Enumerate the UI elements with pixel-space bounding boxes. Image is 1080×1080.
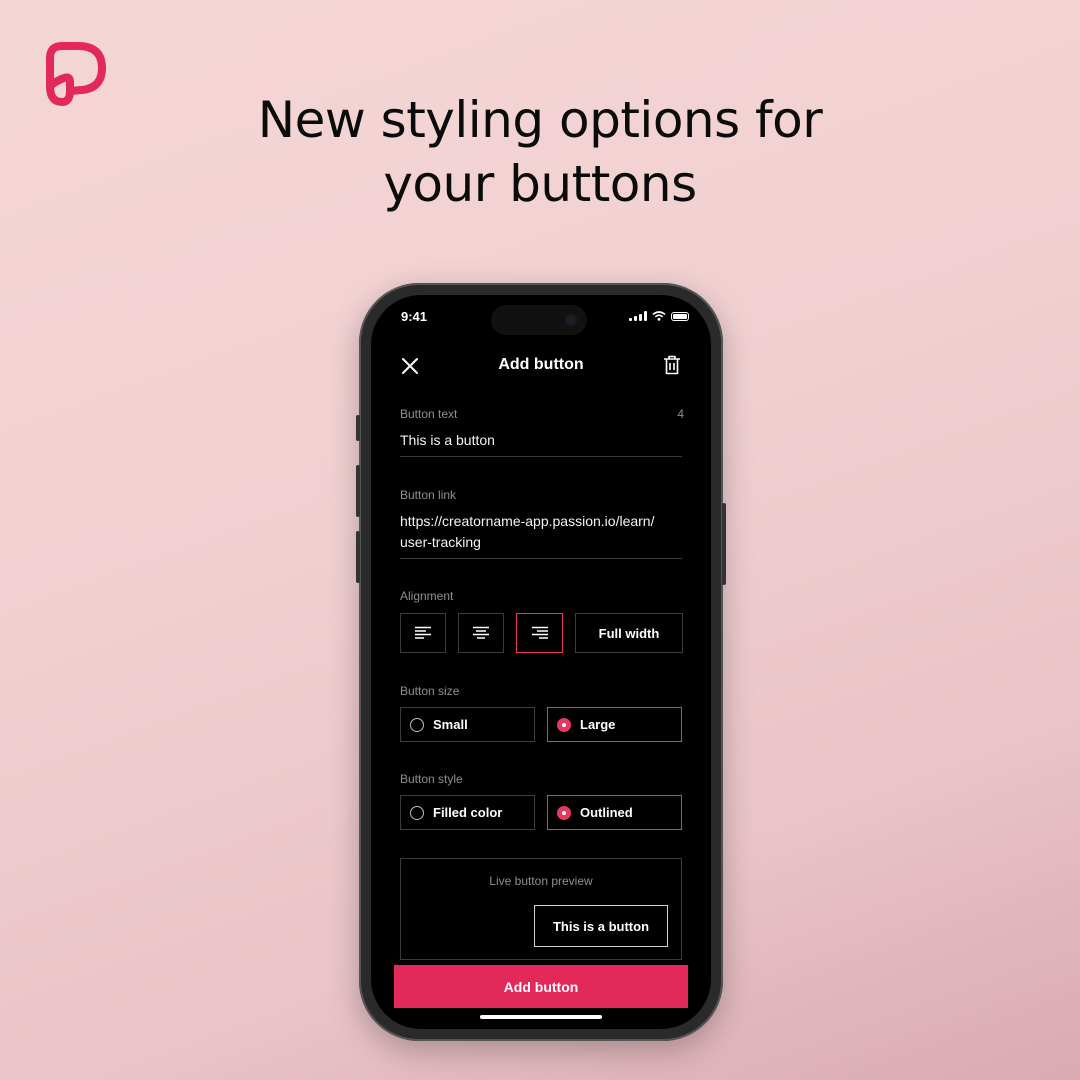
radio-unchecked-icon <box>410 805 424 820</box>
button-text-underline <box>400 456 682 457</box>
phone-screen: 9:41 Add button Button text 4 This is a … <box>371 295 711 1029</box>
signal-icon <box>629 311 647 321</box>
status-icons <box>629 311 689 321</box>
style-option-outlined-label: Outlined <box>580 805 633 820</box>
radio-checked-icon <box>557 717 571 732</box>
button-link-value-line-2: user-tracking <box>400 534 481 550</box>
button-link-underline <box>400 558 682 559</box>
home-indicator <box>480 1015 602 1019</box>
button-text-label: Button text <box>400 407 458 421</box>
headline: New styling options for your buttons <box>0 88 1080 216</box>
wifi-icon <box>652 311 666 321</box>
align-center-icon <box>473 626 489 639</box>
add-button[interactable]: Add button <box>394 965 688 1008</box>
live-preview-panel: Live button preview This is a button <box>400 858 682 960</box>
button-style-label: Button style <box>400 772 463 786</box>
size-option-large[interactable]: Large <box>547 707 682 742</box>
size-option-small[interactable]: Small <box>400 707 535 742</box>
style-option-filled[interactable]: Filled color <box>400 795 535 830</box>
live-preview-label: Live button preview <box>489 874 593 888</box>
radio-unchecked-icon <box>410 717 424 732</box>
align-right-icon <box>531 626 548 639</box>
size-option-small-label: Small <box>433 717 468 732</box>
alignment-label: Alignment <box>400 589 454 603</box>
button-link-value-line-1: https://creatorname-app.passion.io/learn… <box>400 513 655 529</box>
status-time: 9:41 <box>401 309 428 324</box>
button-text-input[interactable]: This is a button <box>400 430 682 451</box>
align-right-button[interactable] <box>516 613 563 653</box>
dynamic-island <box>491 305 587 335</box>
headline-line-1: New styling options for <box>257 91 823 149</box>
button-link-label: Button link <box>400 488 457 502</box>
align-left-button[interactable] <box>400 613 446 653</box>
battery-icon <box>671 311 689 321</box>
headline-line-2: your buttons <box>383 155 697 213</box>
phone-power-button <box>722 503 726 585</box>
preview-button: This is a button <box>534 905 668 947</box>
align-full-width-button[interactable]: Full width <box>575 613 683 653</box>
button-text-char-count: 4 <box>677 407 684 421</box>
page-title: Add button <box>498 356 584 373</box>
phone-frame: 9:41 Add button Button text 4 This is a … <box>356 283 726 1041</box>
phone-volume-up <box>356 465 360 517</box>
size-option-large-label: Large <box>580 717 616 732</box>
button-size-label: Button size <box>400 684 460 698</box>
radio-checked-icon <box>557 805 571 820</box>
style-option-outlined[interactable]: Outlined <box>547 795 682 830</box>
style-option-filled-label: Filled color <box>433 805 503 820</box>
align-center-button[interactable] <box>458 613 504 653</box>
button-link-input[interactable]: https://creatorname-app.passion.io/learn… <box>400 511 682 553</box>
trash-icon[interactable] <box>663 355 681 375</box>
phone-mute-switch <box>356 415 360 441</box>
align-left-icon <box>415 626 431 639</box>
phone-volume-down <box>356 531 360 583</box>
full-width-label: Full width <box>598 625 660 641</box>
